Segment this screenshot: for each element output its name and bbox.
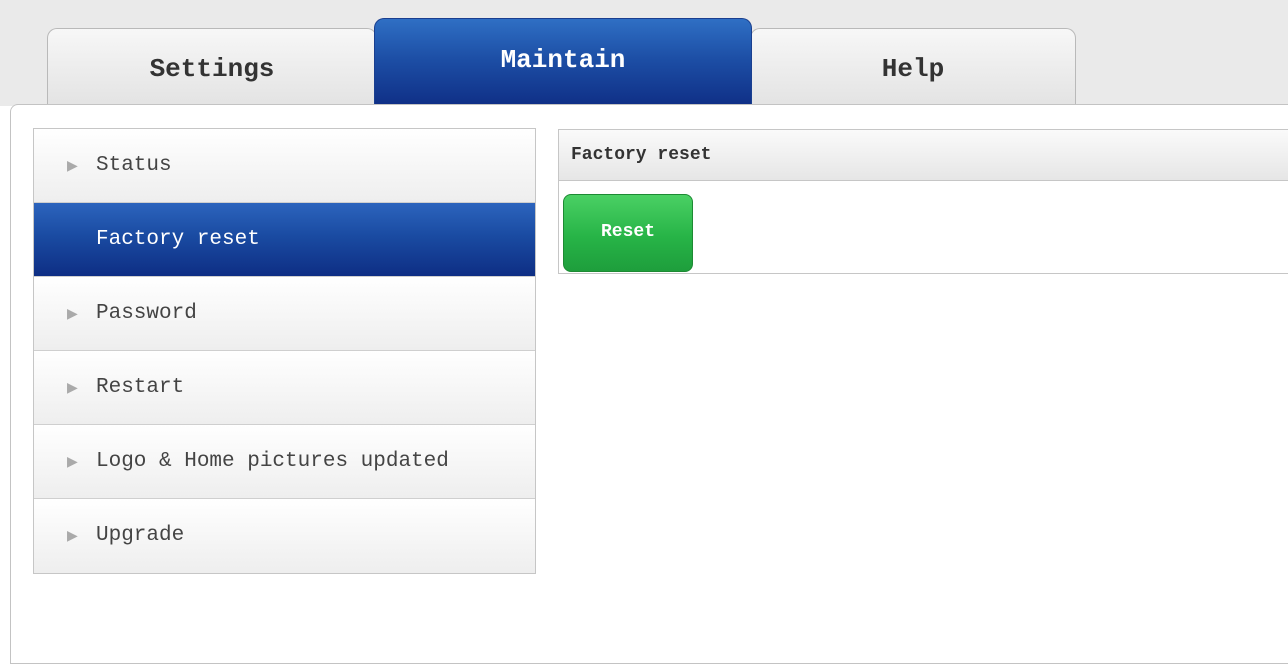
tab-maintain[interactable]: Maintain <box>374 18 752 106</box>
tab-settings[interactable]: Settings <box>47 28 377 106</box>
tab-help[interactable]: Help <box>750 28 1076 106</box>
triangle-right-icon: ▶ <box>67 454 78 470</box>
sidebar-item-restart[interactable]: ▶ Restart <box>34 351 535 425</box>
reset-button[interactable]: Reset <box>563 194 693 272</box>
panel-title: Factory reset <box>559 130 1288 181</box>
factory-reset-panel: Factory reset Reset <box>558 129 1288 274</box>
sidebar-item-label: Logo & Home pictures updated <box>96 450 449 473</box>
sidebar-item-password[interactable]: ▶ Password <box>34 277 535 351</box>
sidebar-item-logo-home-pictures[interactable]: ▶ Logo & Home pictures updated <box>34 425 535 499</box>
sidebar-item-label: Status <box>96 154 172 177</box>
triangle-right-icon: ▶ <box>67 528 78 544</box>
top-tab-bar: Settings Help Maintain <box>0 0 1288 106</box>
sidebar-item-label: Restart <box>96 376 185 399</box>
sidebar-item-label: Factory reset <box>96 228 260 251</box>
sidebar-item-factory-reset[interactable]: Factory reset <box>34 203 535 277</box>
sidebar-menu: ▶ Status Factory reset ▶ Password ▶ Rest… <box>33 128 536 574</box>
sidebar-item-label: Password <box>96 302 197 325</box>
triangle-right-icon: ▶ <box>67 158 78 174</box>
triangle-right-icon: ▶ <box>67 380 78 396</box>
sidebar-item-upgrade[interactable]: ▶ Upgrade <box>34 499 535 573</box>
sidebar-item-label: Upgrade <box>96 524 185 547</box>
sidebar-item-status[interactable]: ▶ Status <box>34 129 535 203</box>
triangle-right-icon: ▶ <box>67 306 78 322</box>
